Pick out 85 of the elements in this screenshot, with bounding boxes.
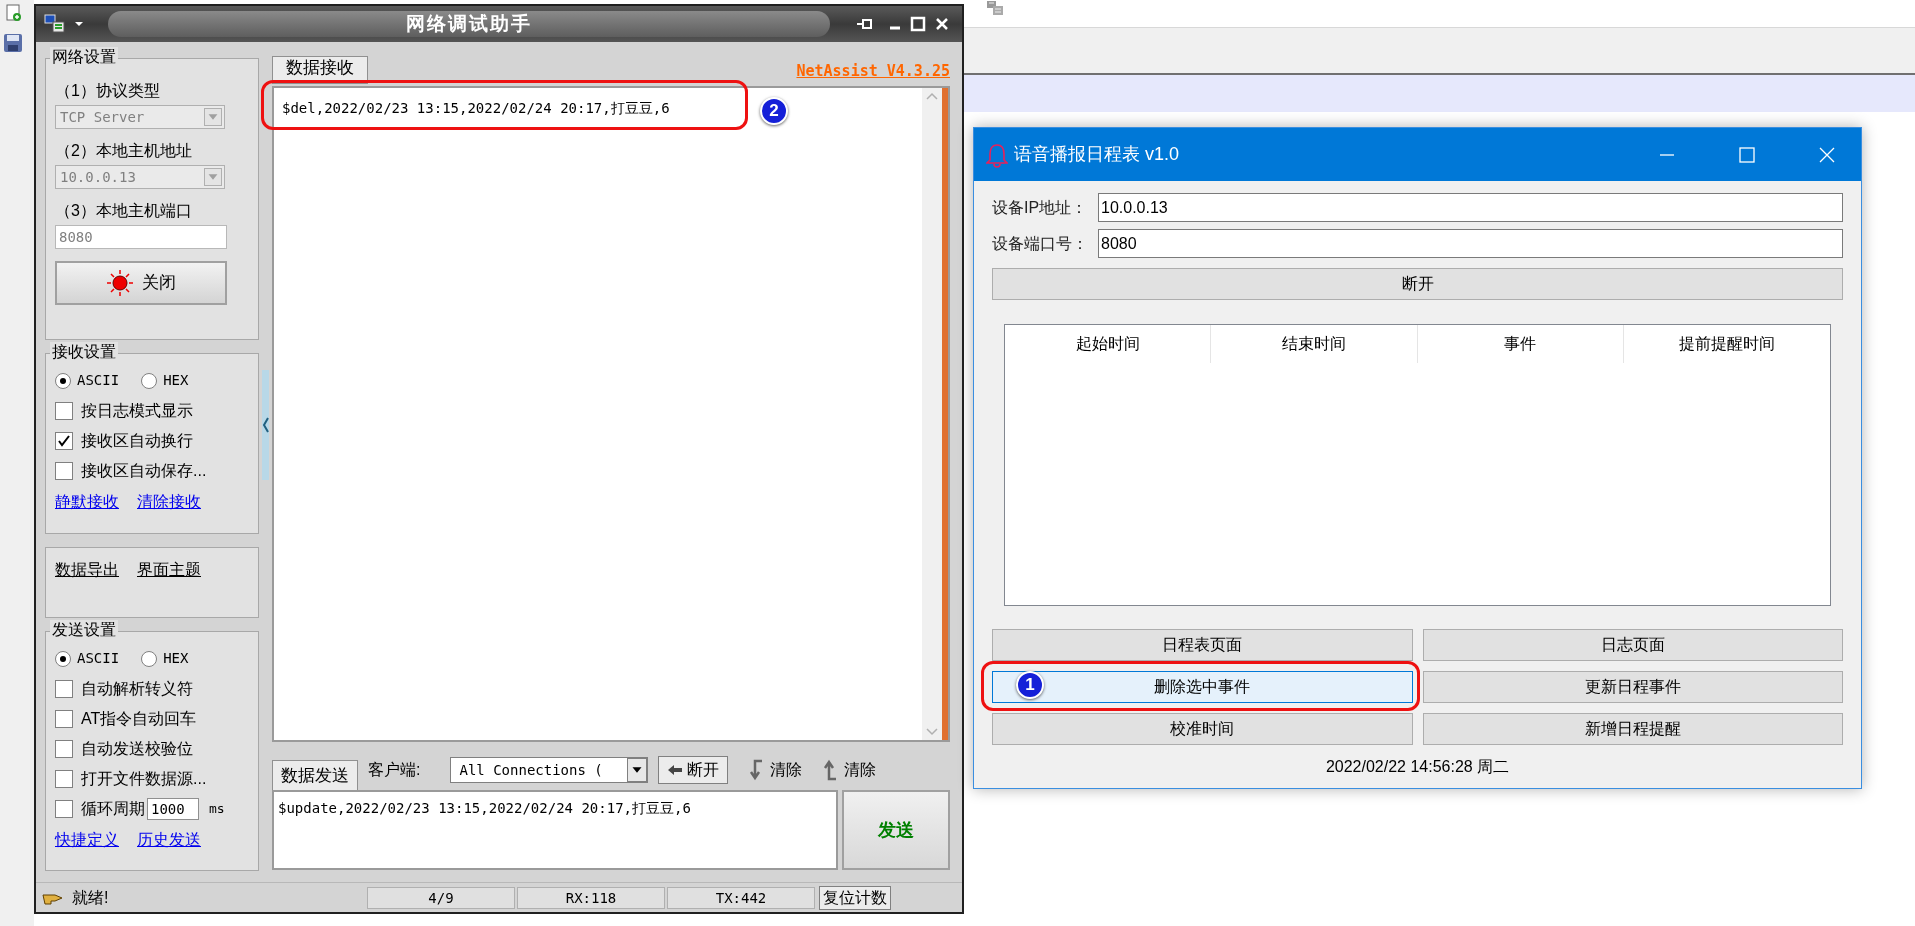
action-button[interactable]: 日志页面	[1422, 629, 1843, 661]
checkbox-label: AT指令自动回车	[81, 708, 197, 729]
link[interactable]: 快捷定义	[55, 828, 119, 852]
checkbox[interactable]	[55, 431, 73, 450]
group-legend: 网络设置	[50, 47, 118, 67]
window-title: 语音播报日程表 v1.0	[1014, 143, 1181, 166]
disconnect-button[interactable]: 断开	[658, 756, 729, 784]
field-label: 设备IP地址：	[992, 197, 1089, 218]
link[interactable]: 清除接收	[137, 490, 201, 514]
field-label: （2）本地主机地址	[55, 141, 193, 161]
checkbox[interactable]	[55, 799, 73, 818]
network-icon	[986, 0, 1004, 16]
disconnect-button[interactable]: 断开	[992, 268, 1843, 300]
send-button[interactable]: 发送	[842, 790, 950, 870]
checkbox-label: 打开文件数据源...	[81, 768, 207, 789]
left-arrow-icon	[667, 764, 684, 776]
input-field[interactable]: 10.0.0.13	[1098, 193, 1843, 222]
radio-button[interactable]	[141, 372, 158, 389]
radio-label: ASCII	[77, 371, 120, 390]
send-text-area[interactable]: $update,2022/02/23 13:15,2022/02/24 20:17,打豆豆,6	[272, 790, 838, 870]
maximize-icon[interactable]	[910, 16, 926, 32]
send-text: $update,2022/02/23 13:15,2022/02/24 20:17,打豆豆,6	[278, 800, 691, 816]
action-button[interactable]: 新增日程提醒	[1422, 713, 1843, 745]
date-time: 2022/02/22 14:56:28 周二	[1324, 757, 1511, 777]
reset-counter-button[interactable]: 复位计数	[819, 885, 891, 910]
link[interactable]: 静默接收	[55, 490, 119, 514]
action-button[interactable]: 日程表页面	[992, 629, 1413, 661]
down-turn-arrow-icon	[748, 759, 765, 781]
collapse-icon[interactable]	[262, 370, 269, 480]
action-button[interactable]: 更新日程事件	[1422, 671, 1843, 703]
add-file-icon	[6, 4, 22, 22]
group-legend: 发送设置	[50, 620, 118, 640]
received-text: $del,2022/02/23 13:15,2022/02/24 20:17,打豆豆,6	[282, 100, 670, 116]
checkbox[interactable]	[55, 679, 73, 698]
link[interactable]: 数据导出	[55, 558, 119, 582]
checkbox[interactable]	[55, 461, 73, 480]
link[interactable]: 历史发送	[137, 828, 201, 852]
status-counter: 4/9	[367, 886, 515, 909]
unit-label: ms	[209, 799, 225, 818]
client-label: 客户端:	[368, 760, 421, 780]
field-label: （1）协议类型	[55, 81, 161, 101]
column-header[interactable]: 事件	[1417, 325, 1624, 363]
save-icon	[3, 33, 23, 53]
status-counter: TX:442	[667, 886, 815, 909]
checkbox[interactable]	[55, 709, 73, 728]
close-icon[interactable]	[934, 16, 950, 32]
close-button[interactable]: 关闭	[55, 261, 227, 305]
tab[interactable]: 数据发送	[272, 760, 358, 790]
status-counter: RX:118	[517, 886, 665, 909]
link[interactable]: 界面主题	[137, 558, 201, 582]
bell-icon	[986, 141, 1008, 168]
client-select[interactable]: All Connections (	[450, 757, 649, 783]
column-header[interactable]: 结束时间	[1211, 325, 1418, 363]
clear-button[interactable]: 清除	[748, 758, 803, 782]
caret-icon[interactable]	[74, 21, 84, 27]
radio-label: ASCII	[77, 649, 120, 668]
checkbox-label: 自动解析转义符	[81, 678, 193, 699]
interval-field[interactable]: 1000	[147, 797, 199, 820]
group-legend: 接收设置	[50, 342, 118, 362]
checkbox[interactable]	[55, 769, 73, 788]
scrollbar-thumb[interactable]	[942, 88, 948, 740]
radio-button[interactable]	[55, 650, 71, 667]
column-header[interactable]: 提前提醒时间	[1623, 325, 1830, 363]
checkbox-label: 按日志模式显示	[81, 400, 193, 421]
input-field[interactable]: 8080	[1098, 229, 1843, 258]
field-label: 设备端口号：	[992, 233, 1089, 254]
up-turn-arrow-icon	[822, 759, 839, 781]
checkbox[interactable]	[55, 739, 73, 758]
checkbox[interactable]	[55, 401, 73, 420]
clear-button[interactable]: 清除	[822, 758, 877, 782]
window-title: 网络调试助手	[406, 11, 532, 36]
column-header[interactable]: 起始时间	[1005, 325, 1212, 363]
checkbox-label: 接收区自动保存...	[81, 460, 207, 481]
radio-button[interactable]	[55, 372, 71, 389]
status-message: 就绪!	[72, 887, 110, 908]
checkbox-label: 接收区自动换行	[81, 430, 193, 451]
field-label: （3）本地主机端口	[55, 201, 193, 221]
action-button[interactable]: 校准时间	[992, 713, 1413, 745]
warning-light-icon	[106, 269, 134, 297]
radio-label: HEX	[163, 649, 189, 668]
radio-button[interactable]	[141, 650, 158, 667]
checkbox-label: 自动发送校验位	[81, 738, 193, 759]
checkbox-label: 循环周期	[81, 798, 145, 819]
radio-label: HEX	[163, 371, 189, 390]
computer-icon[interactable]	[44, 14, 66, 34]
